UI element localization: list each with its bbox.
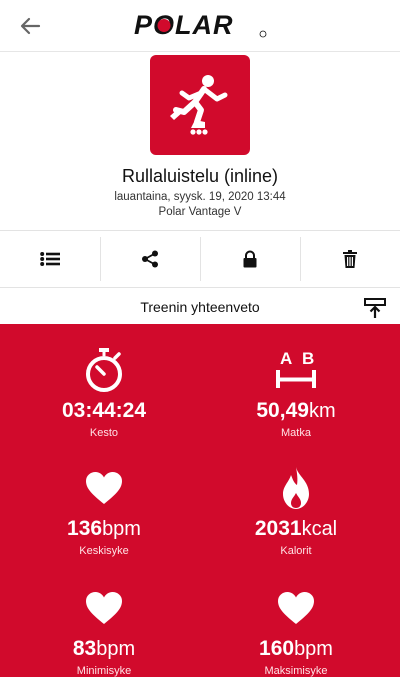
minimum-heart-rate-value: 83bpm: [72, 637, 136, 660]
workout-device: Polar Vantage V: [158, 206, 242, 218]
distance-value: 50,49km: [256, 399, 336, 422]
stopwatch-icon: [86, 348, 122, 392]
heart-icon: [86, 472, 122, 504]
flame-icon: [283, 467, 309, 509]
list-icon: [40, 252, 60, 266]
svg-text:B: B: [302, 349, 314, 368]
workout-sport-title: Rullaluistelu (inline): [121, 166, 279, 186]
lock-icon: [243, 250, 257, 268]
svg-text:A: A: [280, 349, 292, 368]
back-button[interactable]: [14, 10, 46, 42]
stat-average-heart-rate: 136bpm Keskisyke: [4, 466, 204, 557]
privacy-button[interactable]: [200, 231, 300, 287]
minimum-heart-rate-label: Minimisyke: [76, 665, 132, 677]
share-icon: [142, 250, 158, 268]
stat-duration: 03:44:24 Kesto: [4, 348, 204, 439]
share-button[interactable]: [100, 231, 200, 287]
stat-calories: 2031kcal Kalorit: [196, 466, 396, 557]
action-bar: [0, 230, 400, 288]
delete-button[interactable]: [300, 231, 400, 287]
collapse-summary-button[interactable]: [364, 297, 386, 319]
stat-minimum-heart-rate: 83bpm Minimisyke: [4, 586, 204, 677]
inline-skating-icon: [170, 75, 228, 135]
average-heart-rate-value: 136bpm: [67, 517, 141, 540]
calories-value: 2031kcal: [254, 517, 338, 540]
polar-logo: POLAR: [134, 10, 267, 40]
stat-maximum-heart-rate: 160bpm Maksimisyke: [196, 586, 396, 677]
distance-label: Matka: [281, 427, 311, 439]
distance-ab-icon: A B: [276, 349, 316, 388]
summary-header: Treenin yhteenveto: [0, 290, 400, 324]
app-header: POLAR: [0, 0, 400, 52]
list-button[interactable]: [0, 231, 100, 287]
summary-stats-panel: 03:44:24 Kesto A B 50,49km Matka 136bpm …: [0, 324, 400, 677]
collapse-up-icon: [364, 298, 386, 318]
duration-label: Kesto: [89, 427, 119, 439]
svg-text:POLAR: POLAR: [134, 10, 234, 40]
heart-icon: [86, 592, 122, 624]
stat-distance: A B 50,49km Matka: [196, 348, 396, 439]
trash-icon: [343, 250, 357, 268]
arrow-left-icon: [20, 17, 41, 35]
duration-value: 03:44:24: [61, 399, 147, 422]
heart-icon: [278, 592, 314, 624]
sport-icon-tile: [150, 55, 250, 155]
workout-date: lauantaina, syysk. 19, 2020 13:44: [114, 191, 286, 203]
maximum-heart-rate-label: Maksimisyke: [264, 665, 328, 677]
calories-label: Kalorit: [280, 545, 312, 557]
maximum-heart-rate-value: 160bpm: [259, 637, 333, 660]
average-heart-rate-label: Keskisyke: [79, 545, 129, 557]
summary-title: Treenin yhteenveto: [140, 299, 260, 315]
